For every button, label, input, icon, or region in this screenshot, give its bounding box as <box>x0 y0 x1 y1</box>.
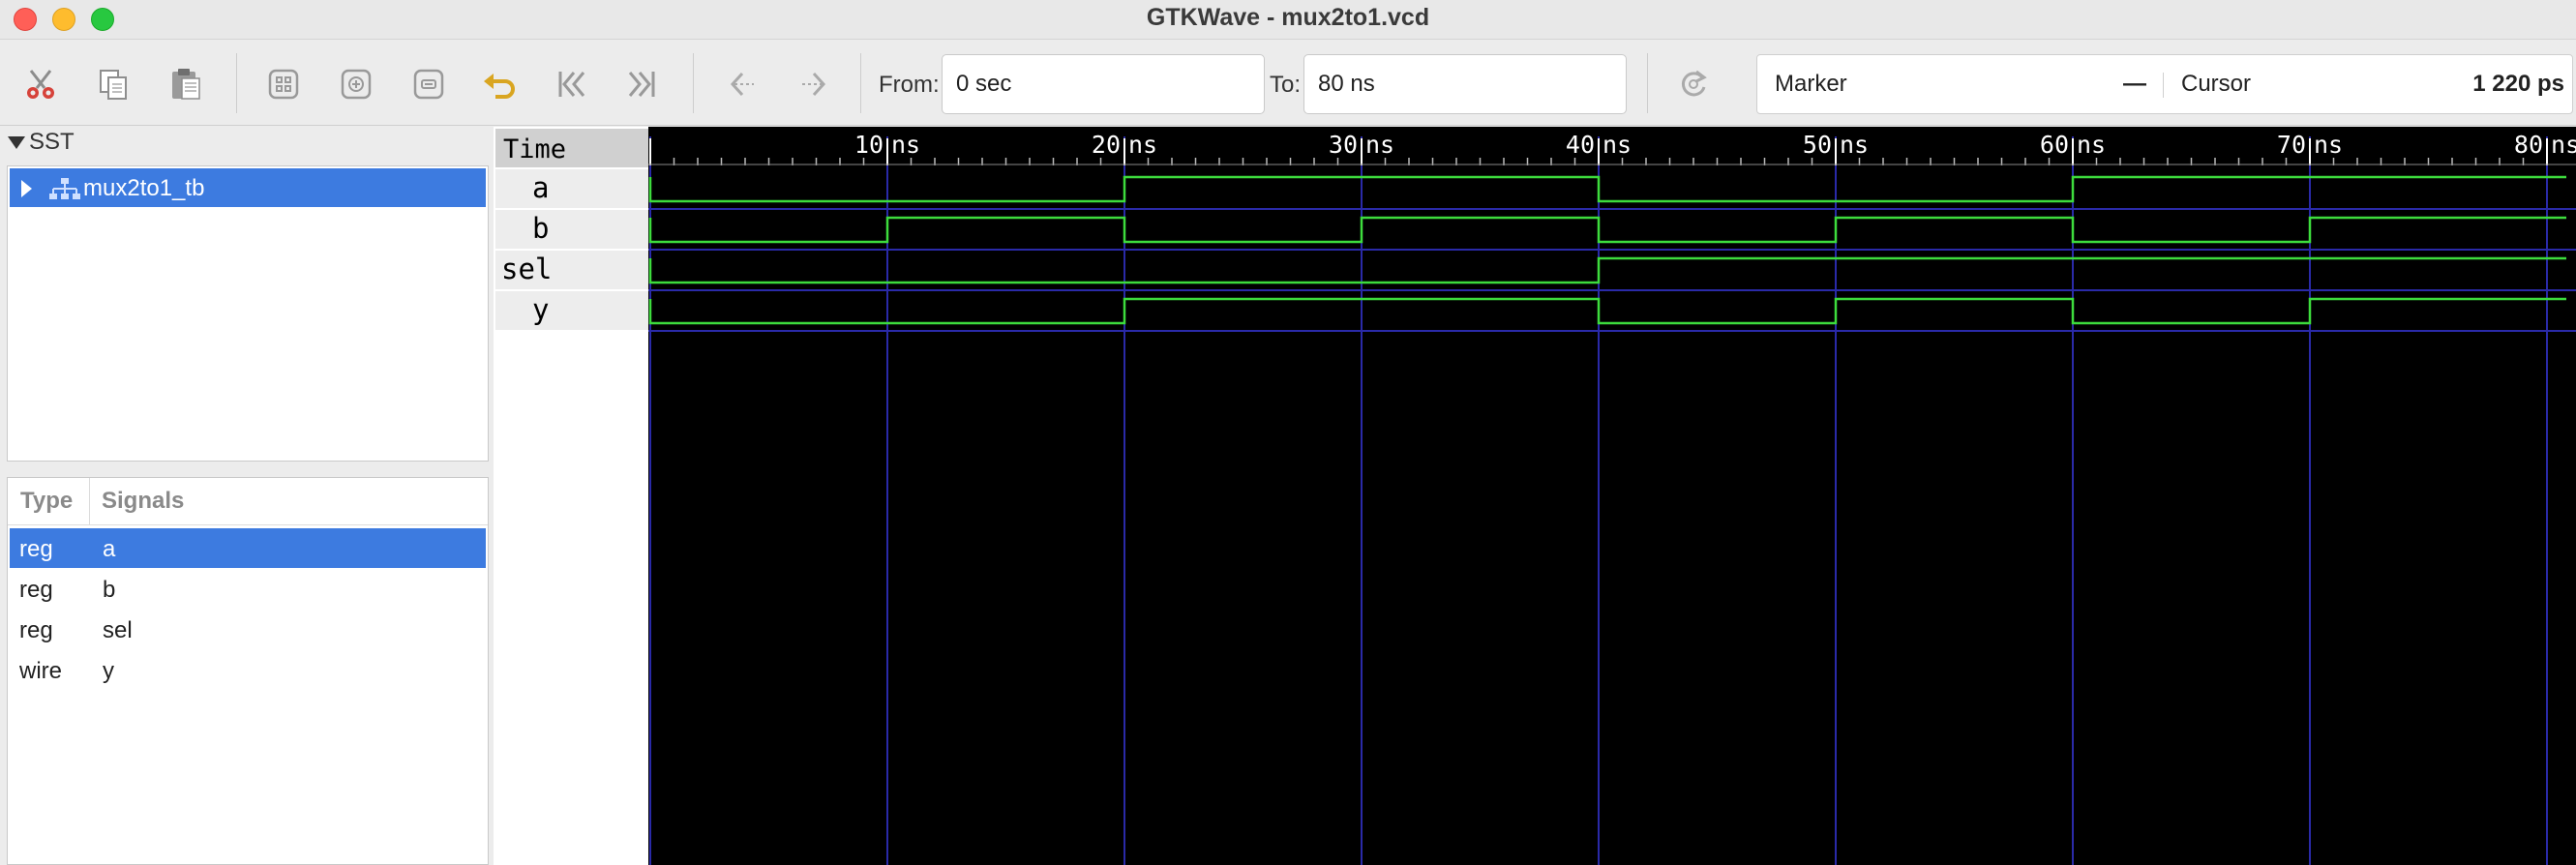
tree-item-mux2to1-tb[interactable]: mux2to1_tb <box>10 168 486 207</box>
to-label: To: <box>1270 72 1302 98</box>
signals-column-header[interactable]: Signals <box>102 488 184 515</box>
marker-value: — <box>2123 71 2146 97</box>
toolbar-separator <box>1647 53 1648 113</box>
marker-label: Marker <box>1775 71 1847 97</box>
hierarchy-icon <box>49 178 80 199</box>
signal-row-b[interactable]: reg b <box>10 569 486 609</box>
signal-type: wire <box>19 658 63 684</box>
waveform-sel <box>648 256 2566 284</box>
paste-icon <box>172 69 200 100</box>
zoom-out-button[interactable] <box>409 65 448 104</box>
tick-label: 30 <box>1329 131 1358 159</box>
signal-row-sel[interactable]: reg sel <box>10 610 486 649</box>
signals-list-header: Type Signals <box>8 478 488 525</box>
tick-label: 20 <box>1092 131 1121 159</box>
wave-name-label: y <box>532 293 550 326</box>
cursor-value: 1 220 ps <box>2472 71 2564 97</box>
zoom-out-icon <box>413 69 444 100</box>
wave-name-y[interactable]: y <box>495 291 648 330</box>
wave-name-label: sel <box>501 253 553 285</box>
signal-type: reg <box>19 536 53 562</box>
find-previous-edge-icon <box>730 72 754 97</box>
tick-label-unit: ns <box>1603 131 1632 159</box>
signal-name: b <box>103 577 116 603</box>
zoom-in-icon <box>341 69 372 100</box>
cursor-label: Cursor <box>2181 71 2252 97</box>
wave-signal-names: Time a b sel y <box>494 127 648 865</box>
column-divider <box>89 478 90 524</box>
copy-icon <box>100 70 127 100</box>
reload-icon <box>1681 70 1707 97</box>
title-bar: GTKWave - mux2to1.vcd <box>0 0 2576 40</box>
marker-cursor-divider <box>2163 73 2164 98</box>
from-time-input[interactable]: 0 sec <box>942 54 1265 114</box>
zoom-to-start-button[interactable] <box>552 65 590 104</box>
waveform-canvas[interactable]: 010ns20ns30ns40ns50ns60ns70ns80ns <box>648 127 2576 865</box>
sst-tree-panel: mux2to1_tb <box>7 165 489 462</box>
undo-zoom-button[interactable] <box>480 65 519 104</box>
expand-arrow-icon[interactable] <box>21 180 32 197</box>
tick-label: 70 <box>2277 131 2306 159</box>
copy-button[interactable] <box>94 65 133 104</box>
signal-name: y <box>103 658 114 684</box>
find-previous-edge-button[interactable] <box>724 65 763 104</box>
tick-label: 40 <box>1566 131 1595 159</box>
marker-cursor-display: Marker — Cursor 1 220 ps <box>1756 54 2573 114</box>
expand-triangle-icon <box>8 136 25 150</box>
tick-label: 60 <box>2040 131 2069 159</box>
waveform-b <box>648 216 2566 244</box>
from-label: From: <box>879 72 940 98</box>
toolbar-separator <box>860 53 861 113</box>
zoom-fit-icon <box>268 69 299 100</box>
zoom-in-button[interactable] <box>337 65 375 104</box>
tick-label-unit: ns <box>2077 131 2106 159</box>
waveform-pane[interactable]: 010ns20ns30ns40ns50ns60ns70ns80ns <box>648 127 2576 865</box>
waveform-y <box>648 297 2566 325</box>
tick-label-unit: ns <box>1840 131 1869 159</box>
cut-icon <box>27 70 54 99</box>
cut-button[interactable] <box>21 65 60 104</box>
signals-panel: Type Signals reg a reg b reg sel wire y <box>7 477 489 865</box>
tick-label-unit: ns <box>2314 131 2343 159</box>
signal-name: sel <box>103 617 133 643</box>
wave-name-label: a <box>532 171 550 204</box>
tick-label: 50 <box>1803 131 1832 159</box>
tree-item-label: mux2to1_tb <box>83 175 205 201</box>
tick-label-unit: ns <box>2551 131 2576 159</box>
toolbar-separator <box>236 53 237 113</box>
sst-title: SST <box>29 129 75 155</box>
tick-label: 10 <box>854 131 884 159</box>
wave-name-sel[interactable]: sel <box>495 251 648 289</box>
waveform-a <box>648 175 2566 203</box>
wave-name-label: b <box>532 212 550 245</box>
tick-label-unit: ns <box>891 131 920 159</box>
pane-splitter[interactable] <box>7 464 489 474</box>
signal-type: reg <box>19 577 53 603</box>
time-header: Time <box>495 129 648 167</box>
find-next-edge-button[interactable] <box>794 65 832 104</box>
zoom-to-end-icon <box>628 72 655 97</box>
undo-zoom-icon <box>484 74 515 99</box>
signal-type: reg <box>19 617 53 643</box>
zoom-to-end-button[interactable] <box>623 65 662 104</box>
zoom-to-start-icon <box>558 72 585 97</box>
window-title: GTKWave - mux2to1.vcd <box>1146 4 1430 31</box>
signal-row-a[interactable]: reg a <box>10 528 486 568</box>
wave-name-a[interactable]: a <box>495 169 648 208</box>
toolbar: From: 0 sec To: 80 ns Marker — Cursor 1 … <box>0 40 2576 126</box>
toolbar-separator <box>693 53 694 113</box>
tick-label-unit: ns <box>1365 131 1394 159</box>
tick-label-unit: ns <box>1128 131 1157 159</box>
tick-label: 80 <box>2514 131 2543 159</box>
paste-button[interactable] <box>166 65 205 104</box>
to-time-input[interactable]: 80 ns <box>1303 54 1627 114</box>
signal-row-y[interactable]: wire y <box>10 650 486 690</box>
reload-button[interactable] <box>1674 65 1713 104</box>
type-column-header[interactable]: Type <box>20 488 73 515</box>
sst-header[interactable]: SST <box>8 129 75 156</box>
wave-name-b[interactable]: b <box>495 210 648 249</box>
signal-name: a <box>103 536 116 562</box>
zoom-fit-button[interactable] <box>264 65 303 104</box>
find-next-edge-icon <box>802 72 826 97</box>
